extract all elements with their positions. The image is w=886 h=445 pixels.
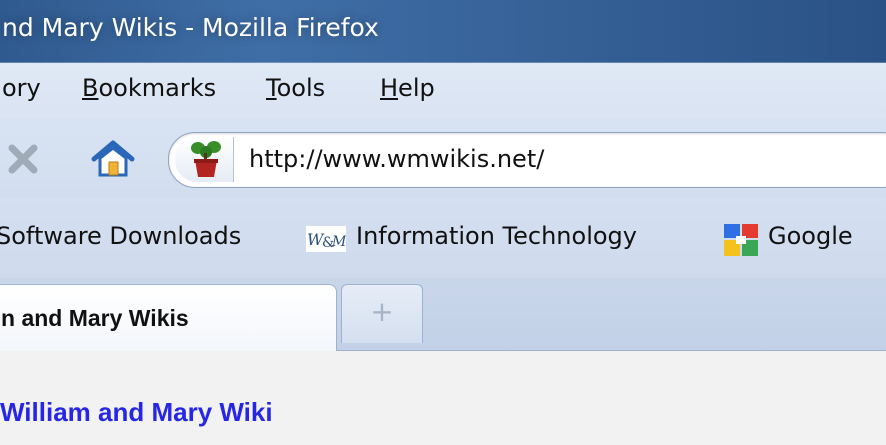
new-tab-button[interactable]: +	[341, 284, 423, 343]
window-title: nd Mary Wikis - Mozilla Firefox	[2, 13, 379, 42]
tab-active[interactable]: n and Mary Wikis	[0, 284, 337, 351]
svg-text:M: M	[331, 234, 346, 250]
menu-help-label: elp	[398, 74, 435, 102]
tab-active-label: n and Mary Wikis	[1, 305, 189, 331]
home-icon[interactable]	[90, 139, 136, 179]
page-heading-link[interactable]: William and Mary Wiki	[0, 397, 273, 428]
url-bar[interactable]: http://www.wmwikis.net/	[168, 132, 886, 188]
title-bar: nd Mary Wikis - Mozilla Firefox	[0, 0, 886, 63]
menu-help[interactable]: Help	[380, 74, 435, 102]
plus-icon: +	[370, 295, 394, 328]
page-content: William and Mary Wiki	[0, 351, 886, 445]
wm-icon: W & M	[306, 226, 346, 252]
menu-history-label: ory	[2, 74, 41, 102]
menu-tools[interactable]: Tools	[266, 74, 325, 102]
menu-help-accesskey: H	[380, 74, 399, 102]
menu-bookmarks-label: ookmarks	[98, 74, 217, 102]
menu-tools-accesskey: T	[266, 74, 277, 102]
menu-bookmarks-accesskey: B	[82, 74, 99, 102]
bookmark-information-technology[interactable]: Information Technology	[356, 222, 637, 250]
menu-tools-label: ools	[276, 74, 326, 102]
bookmarks-toolbar: Software Downloads W & M Information Tec…	[0, 198, 886, 278]
google-icon	[724, 224, 758, 256]
site-favicon	[191, 141, 221, 177]
stop-icon[interactable]	[6, 142, 40, 176]
url-text: http://www.wmwikis.net/	[249, 145, 545, 173]
menu-bookmarks[interactable]: Bookmarks	[82, 74, 216, 102]
menu-history[interactable]: ory	[2, 74, 41, 102]
navigation-toolbar: http://www.wmwikis.net/	[0, 118, 886, 198]
menu-bar: ory Bookmarks Tools Help	[0, 63, 886, 118]
tab-strip: n and Mary Wikis +	[0, 278, 886, 351]
bookmark-software-downloads[interactable]: Software Downloads	[0, 222, 241, 250]
site-identity-button[interactable]	[175, 137, 234, 182]
bookmark-google[interactable]: Google	[768, 222, 853, 250]
